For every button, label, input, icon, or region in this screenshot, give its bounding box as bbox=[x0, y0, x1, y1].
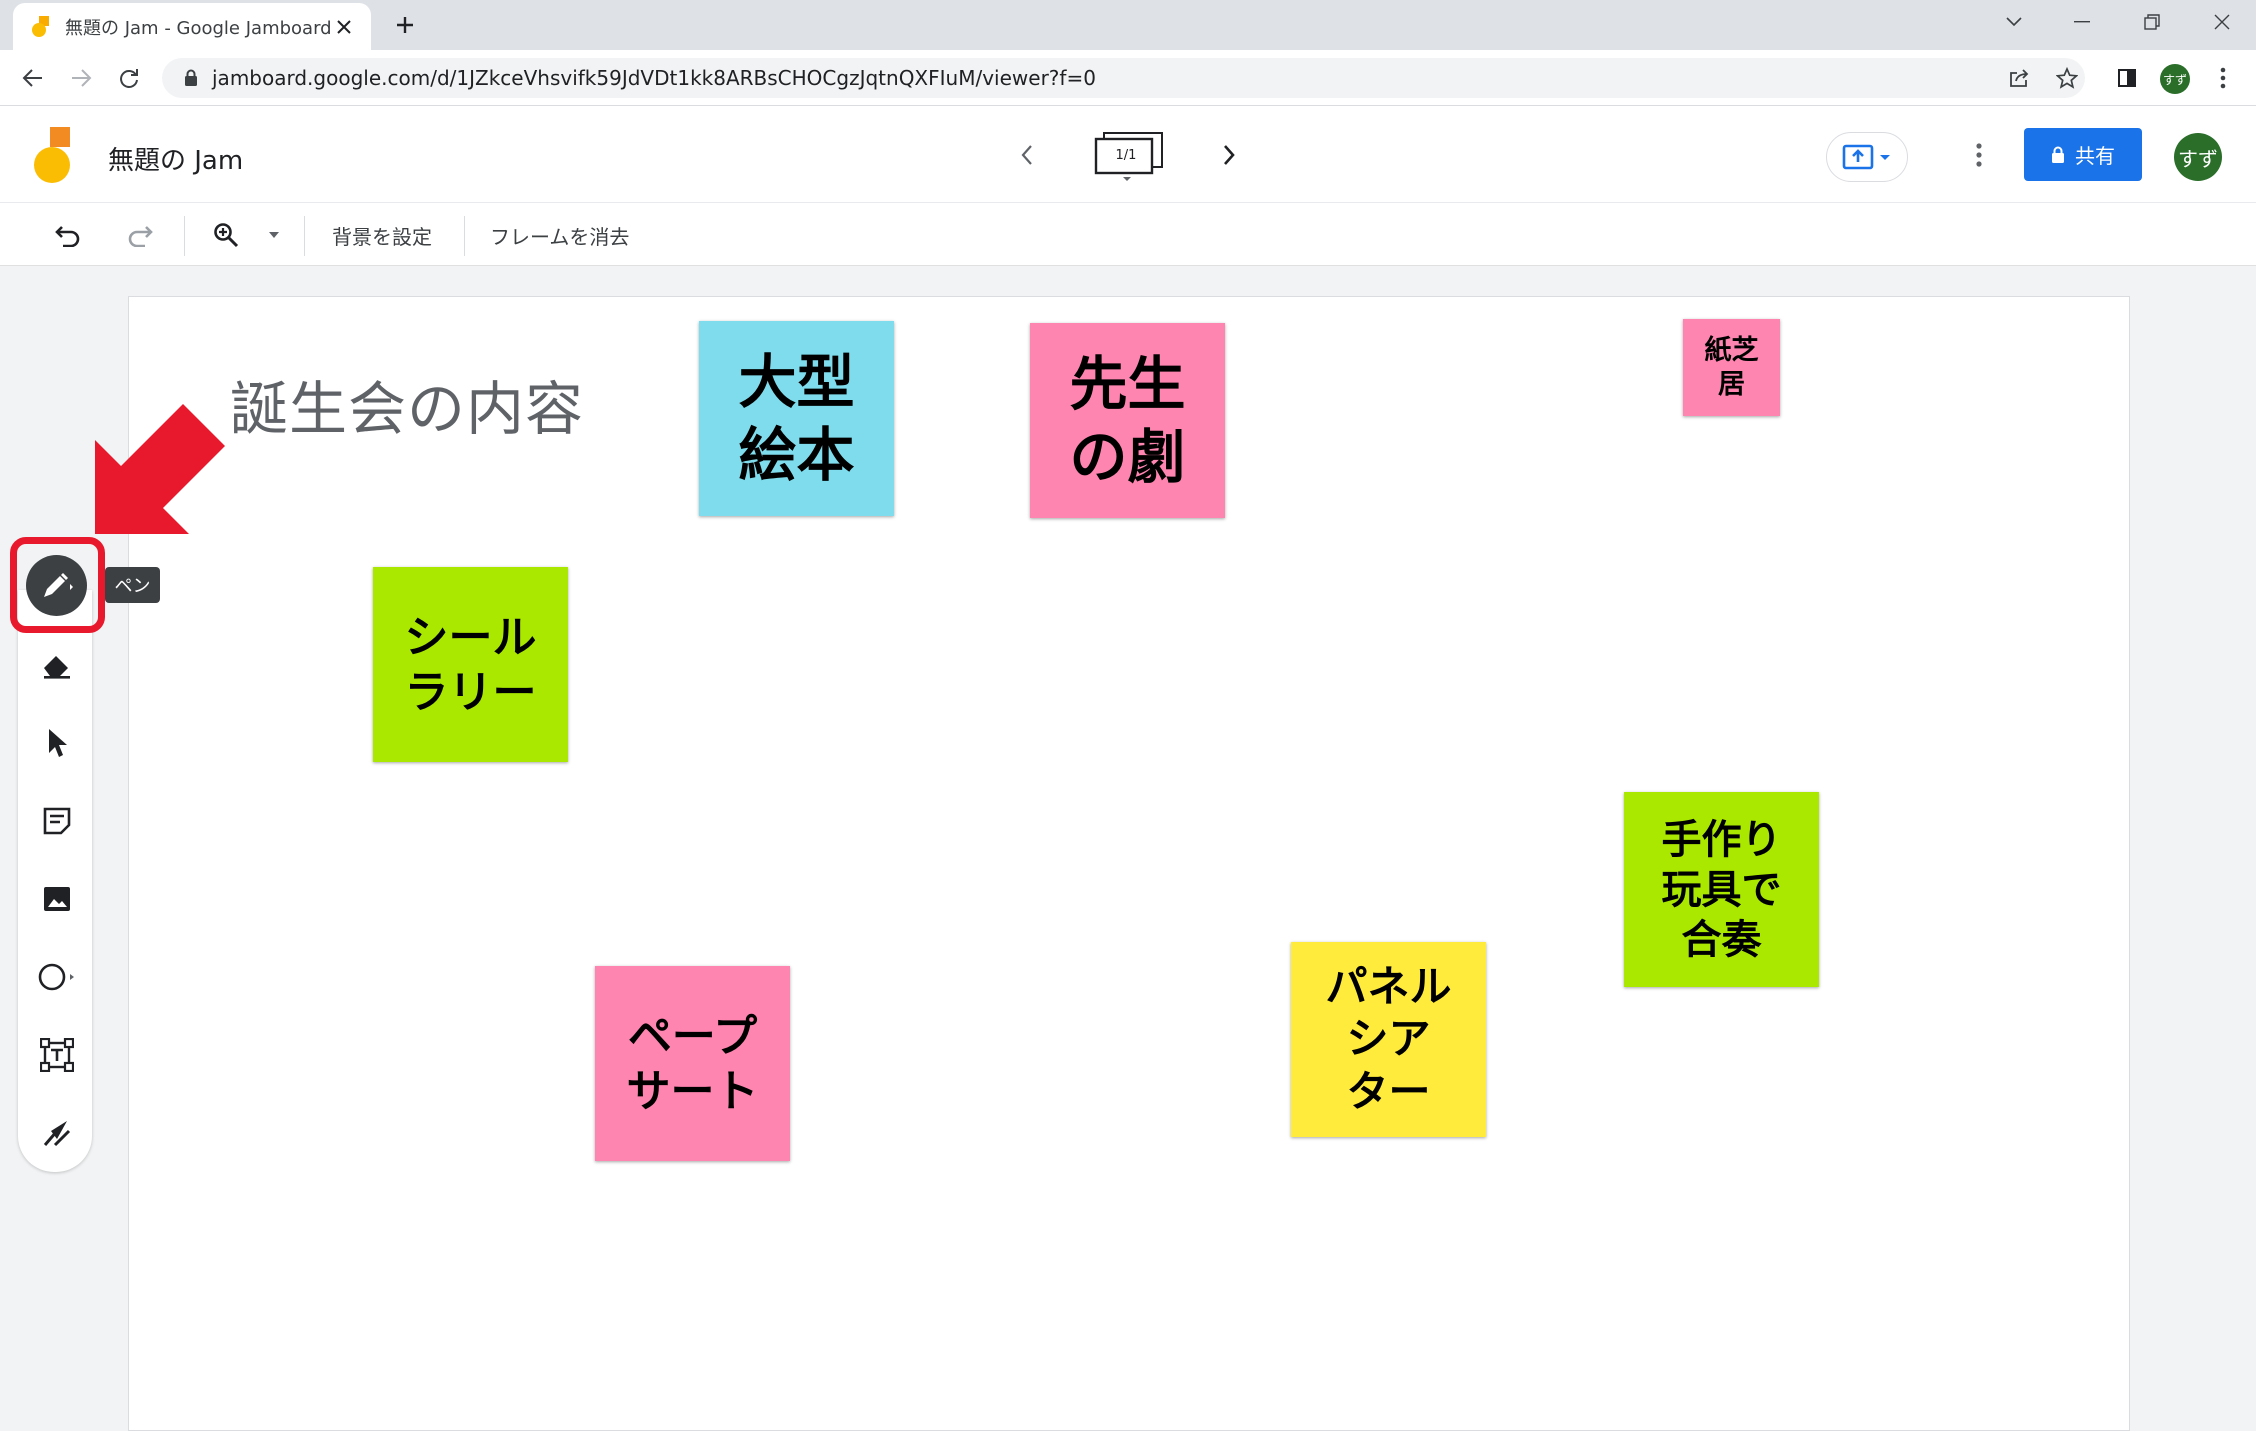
profile-avatar[interactable]: すず bbox=[2160, 64, 2190, 94]
circle-icon bbox=[37, 961, 77, 993]
browser-tab-strip: 無題の Jam - Google Jamboard bbox=[0, 0, 2256, 50]
laser-tool[interactable] bbox=[22, 1098, 92, 1168]
select-icon bbox=[45, 727, 69, 759]
browser-tab[interactable]: 無題の Jam - Google Jamboard bbox=[13, 3, 371, 50]
new-tab-button[interactable] bbox=[385, 10, 425, 40]
url-text: jamboard.google.com/d/1JZkceVhsvifk59JdV… bbox=[212, 66, 1096, 90]
jamboard-logo-icon bbox=[32, 127, 74, 185]
clear-frame-button[interactable]: フレームを消去 bbox=[490, 221, 629, 250]
jam-title[interactable]: 無題の Jam bbox=[108, 140, 243, 177]
pen-highlight-frame bbox=[10, 537, 105, 633]
next-frame-icon[interactable] bbox=[1212, 138, 1246, 172]
toolbar-divider bbox=[304, 216, 305, 256]
sticky-note[interactable]: 手作り 玩具で 合奏 bbox=[1624, 792, 1819, 987]
lock-icon bbox=[184, 69, 198, 87]
sticky-note[interactable]: 紙芝 居 bbox=[1683, 319, 1780, 416]
tab-close-icon[interactable] bbox=[332, 13, 357, 41]
bookmark-star-icon[interactable] bbox=[2050, 61, 2084, 95]
sticky-note[interactable]: シール ラリー bbox=[373, 567, 568, 762]
minimize-icon[interactable] bbox=[2048, 0, 2116, 44]
sticky-note-text: パネル シア ター bbox=[1325, 961, 1452, 1116]
set-background-button[interactable]: 背景を設定 bbox=[332, 221, 432, 250]
shape-tool[interactable] bbox=[22, 942, 92, 1012]
eraser-tool[interactable] bbox=[22, 630, 92, 700]
sticky-note-text: 先生 の劇 bbox=[1069, 350, 1186, 491]
sticky-note-text: 手作り 玩具で 合奏 bbox=[1661, 816, 1782, 963]
sticky-note-text: シール ラリー bbox=[404, 611, 537, 718]
sticky-note-text: ペープ サート bbox=[626, 1010, 759, 1117]
tab-search-icon[interactable] bbox=[1980, 0, 2048, 44]
text-box-icon bbox=[40, 1038, 74, 1072]
eraser-icon bbox=[40, 650, 74, 680]
sticky-note-text: 紙芝 居 bbox=[1704, 334, 1759, 400]
pen-tooltip: ペン bbox=[105, 567, 160, 603]
sticky-note[interactable]: 大型 絵本 bbox=[699, 321, 894, 516]
restore-icon[interactable] bbox=[2118, 0, 2186, 44]
frame-counter-text: 1/1 bbox=[1115, 148, 1137, 163]
text-box-tool[interactable] bbox=[22, 1020, 92, 1090]
canvas-title-text[interactable]: 誕生会の内容 bbox=[230, 362, 584, 446]
edit-toolbar: 背景を設定 フレームを消去 bbox=[0, 203, 2256, 266]
image-tool[interactable] bbox=[22, 864, 92, 934]
image-icon bbox=[42, 885, 72, 913]
sticky-note-icon bbox=[42, 806, 72, 836]
toolbar-divider bbox=[464, 216, 465, 256]
select-tool[interactable] bbox=[22, 708, 92, 778]
red-arrow-icon bbox=[95, 404, 225, 534]
previous-frame-icon[interactable] bbox=[1010, 138, 1044, 172]
browser-menu-icon[interactable] bbox=[2206, 61, 2240, 95]
browser-address-bar: jamboard.google.com/d/1JZkceVhsvifk59JdV… bbox=[0, 50, 2256, 106]
present-button[interactable] bbox=[1826, 132, 1908, 182]
jamboard-favicon-icon bbox=[31, 15, 51, 38]
sticky-note-tool[interactable] bbox=[22, 786, 92, 856]
lock-icon bbox=[2051, 146, 2065, 164]
laser-icon bbox=[41, 1117, 73, 1149]
app-menu-icon[interactable] bbox=[1962, 138, 1996, 172]
back-icon[interactable] bbox=[16, 61, 50, 95]
redo-icon[interactable] bbox=[122, 217, 158, 253]
share-page-icon[interactable] bbox=[2002, 61, 2036, 95]
forward-icon[interactable] bbox=[64, 61, 98, 95]
share-label: 共有 bbox=[2075, 144, 2115, 168]
zoom-icon[interactable] bbox=[208, 217, 244, 253]
undo-icon[interactable] bbox=[50, 217, 86, 253]
zoom-dropdown-icon[interactable] bbox=[264, 225, 284, 245]
reload-icon[interactable] bbox=[112, 61, 146, 95]
toolbar-divider bbox=[184, 216, 185, 256]
side-panel-icon[interactable] bbox=[2110, 61, 2144, 95]
account-avatar[interactable]: すず bbox=[2174, 133, 2222, 181]
sticky-note[interactable]: 先生 の劇 bbox=[1030, 323, 1225, 518]
sticky-note-text: 大型 絵本 bbox=[738, 348, 855, 489]
share-button[interactable]: 共有 bbox=[2024, 128, 2142, 181]
sticky-note[interactable]: パネル シア ター bbox=[1291, 942, 1486, 1137]
window-close-icon[interactable] bbox=[2188, 0, 2256, 44]
tab-title: 無題の Jam - Google Jamboard bbox=[65, 17, 332, 39]
omnibox[interactable]: jamboard.google.com/d/1JZkceVhsvifk59JdV… bbox=[162, 58, 2085, 98]
sticky-note[interactable]: ペープ サート bbox=[595, 966, 790, 1161]
app-header: 無題の Jam 1/1 共有 すず bbox=[0, 106, 2256, 203]
